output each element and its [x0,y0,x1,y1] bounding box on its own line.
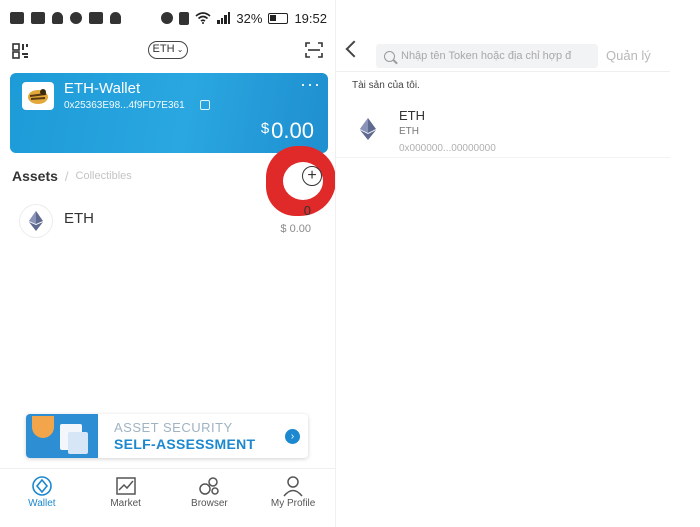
search-icon [384,50,395,62]
ethereum-icon [360,118,376,140]
tab-separator: / [64,168,69,184]
nav-market[interactable]: Market [84,469,168,527]
token-search-input[interactable] [401,50,596,62]
network-label: ETH [152,43,175,55]
qr-code-icon[interactable] [12,43,30,59]
nav-profile-label: My Profile [270,498,316,509]
wallet-card[interactable]: ETH-Wallet 0x25363E98...4f9FD7E361 ··· $… [10,73,328,153]
token-symbol: ETH [399,126,419,137]
ethereum-icon [20,205,52,237]
asset-amount: 0 [303,203,311,218]
security-banner[interactable]: ASSET SECURITY SELF-ASSESSMENT › [26,414,308,458]
manage-button[interactable]: Quản lý [606,48,651,63]
balance-value: 0.00 [271,118,314,143]
wifi-icon [195,12,211,24]
banner-title: ASSET SECURITY [114,420,233,435]
search-box[interactable] [376,44,598,68]
token-search-screen: Quản lý Tài sản của tôi. ETH ETH 0x00000… [336,0,700,527]
nav-wallet[interactable]: Wallet [0,469,84,527]
wallet-avatar [22,82,54,110]
wallet-icon [32,476,52,496]
add-token-button[interactable]: + [302,166,322,186]
market-chart-icon [115,477,136,495]
tab-assets[interactable]: Assets [12,168,58,184]
wallet-home-screen: 32% 19:52 ETH ⌄ ETH-Wallet 0x25363E98...… [0,0,336,527]
copy-icon[interactable] [200,100,210,110]
person-icon [110,12,121,24]
nav-market-label: Market [110,498,141,509]
network-selector[interactable]: ETH ⌄ [148,41,188,59]
my-assets-heading: Tài sản của tôi. [352,80,420,91]
wallet-logo-icon [28,89,48,104]
signal-icon [217,12,231,24]
top-bar: ETH ⌄ [0,38,335,64]
nav-wallet-label: Wallet [28,498,56,509]
balance-currency: $ [260,120,270,137]
arrow-right-icon[interactable]: › [285,429,300,444]
asset-fiat-value: $ 0.00 [280,223,311,235]
asset-name: ETH [64,210,94,227]
data-saver-icon [161,12,174,24]
scan-icon[interactable] [305,42,323,58]
chat-icon [31,12,45,24]
battery-percent: 32% [236,10,263,26]
asset-tabs: Assets / Collectibles [12,168,132,184]
profile-icon [283,476,303,497]
wallet-address: 0x25363E98...4f9FD7E361 [64,100,185,111]
asset-row-eth[interactable]: ETH 0 $ 0.00 [0,198,335,242]
battery-icon [268,12,289,24]
wallet-balance: $ 0.00 [261,118,314,144]
wallet-name: ETH-Wallet [64,80,141,97]
status-bar: 32% 19:52 [0,0,335,36]
person-icon [52,12,63,24]
banner-subtitle: SELF-ASSESSMENT [114,436,256,452]
banner-illustration [26,414,98,458]
browser-icon [199,477,220,495]
back-arrow-icon[interactable] [345,40,363,58]
token-row-eth[interactable]: ETH ETH 0x000000...00000000 [336,100,670,158]
token-name: ETH [399,108,425,123]
tab-collectibles[interactable]: Collectibles [76,170,132,182]
search-header: Quản lý [336,30,670,72]
token-address: 0x000000...00000000 [399,143,496,154]
clock: 19:52 [294,10,327,26]
system-status: 32% 19:52 [161,11,327,26]
notification-icons [10,12,121,24]
message-icon [10,12,24,24]
camera-icon [70,12,82,24]
nav-browser[interactable]: Browser [168,469,252,527]
bottom-navigation: Wallet Market Browser My Profile [0,468,335,527]
vibrate-icon [179,11,190,25]
more-options-icon[interactable]: ··· [300,75,321,93]
nav-profile[interactable]: My Profile [251,469,335,527]
nav-browser-label: Browser [191,498,228,509]
chevron-down-icon: ⌄ [174,45,184,54]
zalo-icon [89,12,103,24]
